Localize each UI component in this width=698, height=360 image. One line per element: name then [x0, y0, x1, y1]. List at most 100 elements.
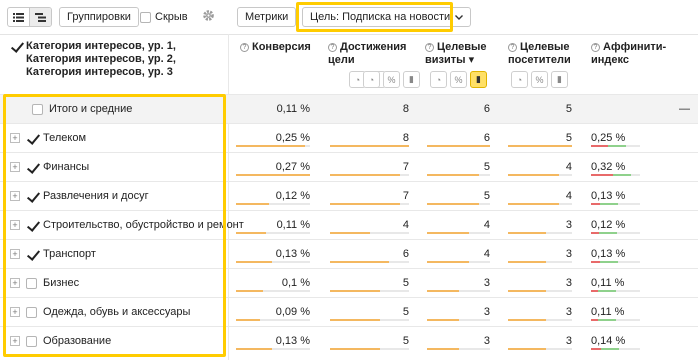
expand-icon[interactable]: +	[10, 220, 20, 230]
cell-goals: 7	[402, 190, 409, 202]
value-bar-conversion	[236, 319, 310, 321]
expand-icon[interactable]: +	[10, 336, 20, 346]
cell-visits: 5	[483, 190, 490, 202]
value-bar-visitors	[508, 145, 572, 147]
value-bar-affinity	[591, 319, 640, 321]
row-dimension: Итого и средние	[32, 95, 132, 123]
expand-icon[interactable]: +	[10, 191, 20, 201]
gear-icon[interactable]	[202, 9, 215, 22]
row-label: Транспорт	[43, 248, 96, 260]
cell-visits: 5	[483, 161, 490, 173]
value-bar-affinity	[591, 203, 640, 205]
percent-icon[interactable]: %	[383, 71, 400, 88]
table-row[interactable]: + Бизнес 0,1 % 5 3 3 0,11 %	[0, 268, 698, 297]
cell-visitors: 3	[565, 277, 572, 289]
expand-icon[interactable]: +	[10, 249, 20, 259]
value-bar-visits	[427, 232, 490, 234]
column-conversion[interactable]: ? Конверсия	[240, 41, 330, 54]
table-row[interactable]: + Образование 0,13 % 5 3 3 0,14 %	[0, 326, 698, 355]
value-bar-goals	[330, 203, 409, 205]
table-row[interactable]: + Финансы 0,27 % 7 5 4 0,32 %	[0, 152, 698, 181]
metrics-label: Метрики	[245, 11, 289, 23]
cell-conversion: 0,25 %	[275, 132, 310, 144]
list-icon[interactable]	[8, 8, 29, 26]
hidden-checkbox[interactable]	[140, 11, 151, 23]
cell-visitors: 3	[565, 219, 572, 231]
table-row[interactable]: + Строительство, обустройство и ремонт 0,1…	[0, 210, 698, 239]
dimension-header[interactable]: Категория интересов, ур. 1, Категория ин…	[10, 40, 224, 79]
value-bar-affinity	[591, 261, 640, 263]
metrics-button[interactable]: Метрики	[237, 7, 297, 27]
value-bar-goals	[330, 290, 409, 292]
column-label: Целевые визиты	[425, 41, 487, 66]
row-checkbox[interactable]	[26, 306, 37, 318]
value-bar-affinity	[591, 232, 640, 234]
bar-chart-icon[interactable]: ▮	[470, 71, 487, 88]
cell-conversion: 0,11 %	[276, 219, 310, 231]
view-buttons: ◔ % ▮	[363, 71, 420, 88]
hidden-toggle[interactable]: Скрыв	[140, 7, 188, 27]
table-row[interactable]: + Одежда, обувь и аксессуары 0,09 % 5 3 3 0,11…	[0, 297, 698, 326]
help-icon: ?	[591, 43, 600, 52]
value-bar-conversion	[236, 203, 310, 205]
totals-row[interactable]: Итого и средние 0,11 % 8 6 5 —	[0, 94, 698, 123]
row-dimension: + Развлечения и досуг	[10, 182, 149, 210]
expand-icon[interactable]: +	[10, 162, 20, 172]
row-label: Телеком	[43, 132, 87, 144]
column-visitors[interactable]: ? Целевые посетители	[508, 41, 588, 67]
cell-visits: 6	[483, 132, 490, 144]
row-checkbox[interactable]	[26, 162, 37, 173]
value-bar-visits	[427, 348, 490, 350]
pie-chart-icon[interactable]: ◔	[511, 71, 528, 88]
row-checkbox[interactable]	[26, 133, 37, 144]
row-checkbox[interactable]	[26, 335, 37, 347]
row-checkbox[interactable]	[26, 191, 37, 202]
pie-chart-icon[interactable]: ◔	[430, 71, 447, 88]
cell-visitors: 4	[565, 161, 572, 173]
cell-affinity: 0,11 %	[591, 306, 625, 318]
row-checkbox[interactable]	[32, 103, 43, 115]
value-bar-visits	[427, 319, 490, 321]
row-label: Развлечения и досуг	[43, 190, 149, 202]
value-bar-goals	[330, 145, 409, 147]
expand-icon[interactable]: +	[10, 307, 20, 317]
row-checkbox[interactable]	[26, 249, 37, 260]
row-checkbox[interactable]	[26, 277, 37, 289]
cell-conversion: 0,1 %	[281, 277, 310, 289]
table-row[interactable]: + Телеком 0,25 % 8 6 5 0,25 %	[0, 123, 698, 152]
row-checkbox[interactable]	[26, 220, 37, 231]
row-dimension: + Образование	[10, 327, 111, 355]
goal-select[interactable]: Цель: Подписка на новости	[302, 7, 472, 27]
percent-icon[interactable]: %	[450, 71, 467, 88]
value-bar-visitors	[508, 232, 572, 234]
sort-desc-icon: ▾	[468, 54, 475, 66]
row-dimension: + Одежда, обувь и аксессуары	[10, 298, 190, 326]
cell-visits: 3	[483, 335, 490, 347]
value-bar-visits	[427, 290, 490, 292]
row-dimension: + Телеком	[10, 124, 86, 152]
expand-icon[interactable]: +	[10, 278, 20, 288]
table-row[interactable]: + Развлечения и досуг 0,12 % 7 5 4 0,13 %	[0, 181, 698, 210]
bar-chart-icon[interactable]: ▮	[403, 71, 420, 88]
bar-chart-icon[interactable]: ▮	[551, 71, 568, 88]
cell-goals: 5	[402, 306, 409, 318]
row-dimension: + Транспорт	[10, 240, 96, 268]
column-visits[interactable]: ? Целевые визиты ▾	[425, 41, 505, 67]
grouping-button[interactable]: Группировки	[59, 7, 139, 27]
cell-conversion: 0,13 %	[275, 248, 310, 260]
column-goals[interactable]: ? Достижения цели	[328, 41, 418, 67]
cell-visits: 4	[483, 219, 490, 231]
expand-icon[interactable]: +	[10, 133, 20, 143]
column-affinity[interactable]: ? Аффинити-индекс	[591, 41, 695, 67]
row-label: Итого и средние	[49, 103, 133, 115]
percent-icon[interactable]: %	[531, 71, 548, 88]
table-row[interactable]: + Транспорт 0,13 % 6 4 3 0,13 %	[0, 239, 698, 268]
column-label: Конверсия	[252, 41, 311, 53]
pie-chart-icon[interactable]: ◔	[363, 71, 380, 88]
cell-goals: 5	[402, 335, 409, 347]
value-bar-visitors	[508, 348, 572, 350]
tree-icon[interactable]	[29, 8, 51, 26]
view-buttons: ◔ % ▮	[511, 71, 568, 88]
cell-affinity: 0,13 %	[591, 190, 626, 202]
value-bar-goals	[330, 261, 409, 263]
